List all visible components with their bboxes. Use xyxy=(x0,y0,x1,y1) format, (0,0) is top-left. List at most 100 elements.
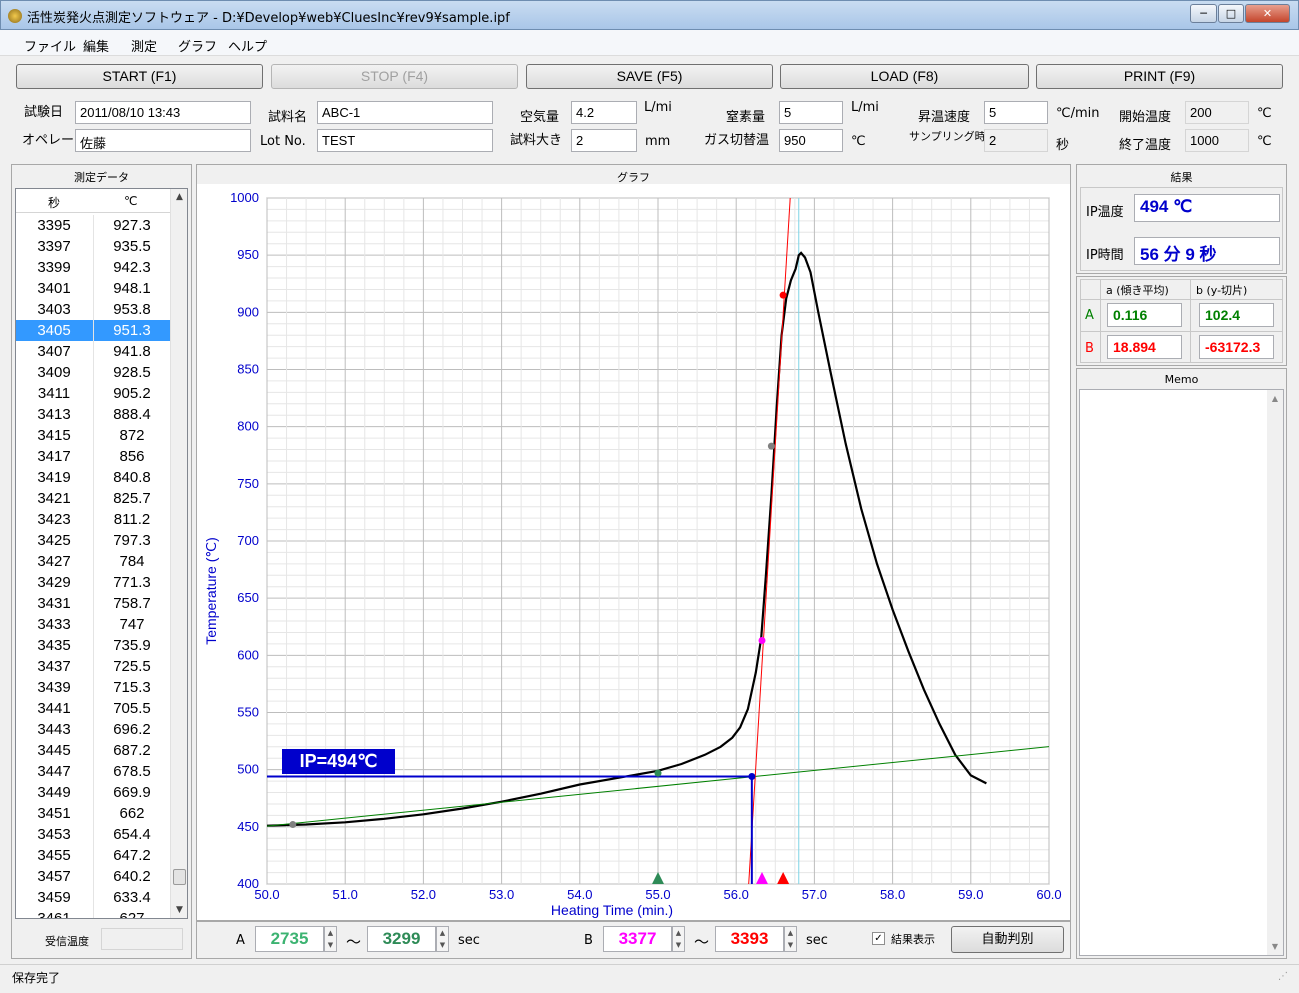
air-field[interactable]: 4.2 xyxy=(571,101,637,124)
data-cell-temp: 771.3 xyxy=(113,574,151,591)
menu-help[interactable]: ヘルプ xyxy=(228,36,267,55)
nitrogen-field[interactable]: 5 xyxy=(779,101,843,124)
range-b-to[interactable]: 3393 xyxy=(715,926,784,952)
range-b-from[interactable]: 3377 xyxy=(603,926,672,952)
data-row[interactable]: 3409 928.5 xyxy=(16,362,171,383)
data-row[interactable]: 3397 935.5 xyxy=(16,236,171,257)
load-button[interactable]: LOAD (F8) xyxy=(780,64,1029,89)
data-cell-sec: 3441 xyxy=(37,700,71,717)
menu-file[interactable]: ファイル xyxy=(24,36,76,55)
data-cell-temp: 941.8 xyxy=(113,343,151,360)
data-row[interactable]: 3443 696.2 xyxy=(16,719,171,740)
data-row[interactable]: 3415 872 xyxy=(16,425,171,446)
data-row[interactable]: 3455 647.2 xyxy=(16,845,171,866)
scroll-up-icon[interactable]: ▲ xyxy=(171,192,187,202)
data-row[interactable]: 3413 888.4 xyxy=(16,404,171,425)
range-b-unit: sec xyxy=(806,933,828,948)
minimize-button[interactable]: ─ xyxy=(1190,4,1217,23)
data-row[interactable]: 3435 735.9 xyxy=(16,635,171,656)
memo-scroll-down-icon[interactable]: ▼ xyxy=(1267,942,1283,951)
coef-row-b-a: 18.894 xyxy=(1107,335,1182,359)
data-cell-temp: 640.2 xyxy=(113,868,151,885)
sample-name-label: 試料名 xyxy=(268,110,308,125)
coef-divider-4 xyxy=(1080,331,1283,332)
data-cell-temp: 654.4 xyxy=(113,826,151,843)
data-row[interactable]: 3451 662 xyxy=(16,803,171,824)
col-sec-header[interactable]: 秒 xyxy=(48,194,60,211)
range-a-from[interactable]: 2735 xyxy=(255,926,324,952)
stop-button[interactable]: STOP (F4) xyxy=(271,64,518,89)
data-row[interactable]: 3401 948.1 xyxy=(16,278,171,299)
data-row[interactable]: 3449 669.9 xyxy=(16,782,171,803)
coef-a-header: a (傾き平均) xyxy=(1106,284,1169,297)
start-button[interactable]: START (F1) xyxy=(16,64,263,89)
maximize-button[interactable]: □ xyxy=(1218,4,1244,23)
range-b-from-spinner[interactable]: ▲ ▼ xyxy=(672,926,685,952)
data-row[interactable]: 3441 705.5 xyxy=(16,698,171,719)
status-bar: 保存完了 ⋰ xyxy=(0,964,1299,993)
data-list-scrollbar[interactable]: ▲ ▼ xyxy=(170,189,187,918)
scroll-thumb[interactable] xyxy=(173,869,186,885)
data-row[interactable]: 3417 856 xyxy=(16,446,171,467)
data-row[interactable]: 3461 627 xyxy=(16,908,171,918)
menu-measure[interactable]: 測定 xyxy=(131,36,157,55)
data-row[interactable]: 3403 953.8 xyxy=(16,299,171,320)
auto-detect-button[interactable]: 自動判別 xyxy=(951,926,1064,953)
data-row[interactable]: 3459 633.4 xyxy=(16,887,171,908)
save-button[interactable]: SAVE (F5) xyxy=(526,64,773,89)
data-cell-sec: 3439 xyxy=(37,679,71,696)
range-b-point xyxy=(767,442,775,450)
range-a-to-spinner[interactable]: ▲ ▼ xyxy=(436,926,449,952)
memo-scrollbar[interactable]: ▲ ▼ xyxy=(1267,390,1283,955)
data-row[interactable]: 3437 725.5 xyxy=(16,656,171,677)
data-row[interactable]: 3395 927.3 xyxy=(16,215,171,236)
data-row[interactable]: 3445 687.2 xyxy=(16,740,171,761)
data-row[interactable]: 3419 840.8 xyxy=(16,467,171,488)
data-row[interactable]: 3447 678.5 xyxy=(16,761,171,782)
lot-field[interactable]: TEST xyxy=(317,129,493,152)
y-tick-label: 450 xyxy=(237,819,259,834)
data-row[interactable]: 3407 941.8 xyxy=(16,341,171,362)
memo-textarea[interactable] xyxy=(1079,389,1284,956)
resize-grip-icon[interactable]: ⋰ xyxy=(1278,971,1288,982)
data-row[interactable]: 3453 654.4 xyxy=(16,824,171,845)
air-unit: L/mi xyxy=(644,100,672,115)
data-row[interactable]: 3421 825.7 xyxy=(16,488,171,509)
data-row[interactable]: 3431 758.7 xyxy=(16,593,171,614)
data-list[interactable]: 秒 ℃ 3395 927.3 3397 935.5 3399 942.3 3401 948.1… xyxy=(15,188,188,919)
show-result-checkbox[interactable]: ✓ xyxy=(872,932,885,945)
temperature-chart[interactable]: 4004505005506006507007508008509009501000… xyxy=(197,184,1070,920)
data-row[interactable]: 3457 640.2 xyxy=(16,866,171,887)
data-row[interactable]: 3427 784 xyxy=(16,551,171,572)
data-cell-sec: 3407 xyxy=(37,343,71,360)
range-a-to[interactable]: 3299 xyxy=(367,926,436,952)
data-row[interactable]: 3411 905.2 xyxy=(16,383,171,404)
col-temp-header[interactable]: ℃ xyxy=(124,194,137,208)
operator-field[interactable]: 佐藤 xyxy=(75,129,251,152)
menu-graph[interactable]: グラフ xyxy=(178,36,217,55)
sample-size-unit: mm xyxy=(645,134,671,149)
range-a-from-spinner[interactable]: ▲ ▼ xyxy=(324,926,337,952)
data-row[interactable]: 3399 942.3 xyxy=(16,257,171,278)
print-button[interactable]: PRINT (F9) xyxy=(1036,64,1283,89)
data-cell-sec: 3421 xyxy=(37,490,71,507)
data-row[interactable]: 3425 797.3 xyxy=(16,530,171,551)
data-cell-temp: 905.2 xyxy=(113,385,151,402)
x-tick-label: 52.0 xyxy=(411,887,436,902)
data-row[interactable]: 3423 811.2 xyxy=(16,509,171,530)
data-row[interactable]: 3433 747 xyxy=(16,614,171,635)
data-row[interactable]: 3429 771.3 xyxy=(16,572,171,593)
data-row[interactable]: 3439 715.3 xyxy=(16,677,171,698)
memo-scroll-up-icon[interactable]: ▲ xyxy=(1267,394,1283,403)
range-b-to-spinner[interactable]: ▲ ▼ xyxy=(784,926,797,952)
rate-field[interactable]: 5 xyxy=(984,101,1048,124)
menu-edit[interactable]: 編集 xyxy=(83,36,109,55)
gas-switch-field[interactable]: 950 xyxy=(779,129,843,152)
sample-name-field[interactable]: ABC-1 xyxy=(317,101,493,124)
date-field[interactable]: 2011/08/10 13:43 xyxy=(75,101,251,124)
close-button[interactable]: ✕ xyxy=(1245,4,1290,23)
data-cell-sec: 3449 xyxy=(37,784,71,801)
data-row[interactable]: 3405 951.3 xyxy=(16,320,171,341)
scroll-down-icon[interactable]: ▼ xyxy=(171,905,187,915)
sample-size-field[interactable]: 2 xyxy=(571,129,637,152)
